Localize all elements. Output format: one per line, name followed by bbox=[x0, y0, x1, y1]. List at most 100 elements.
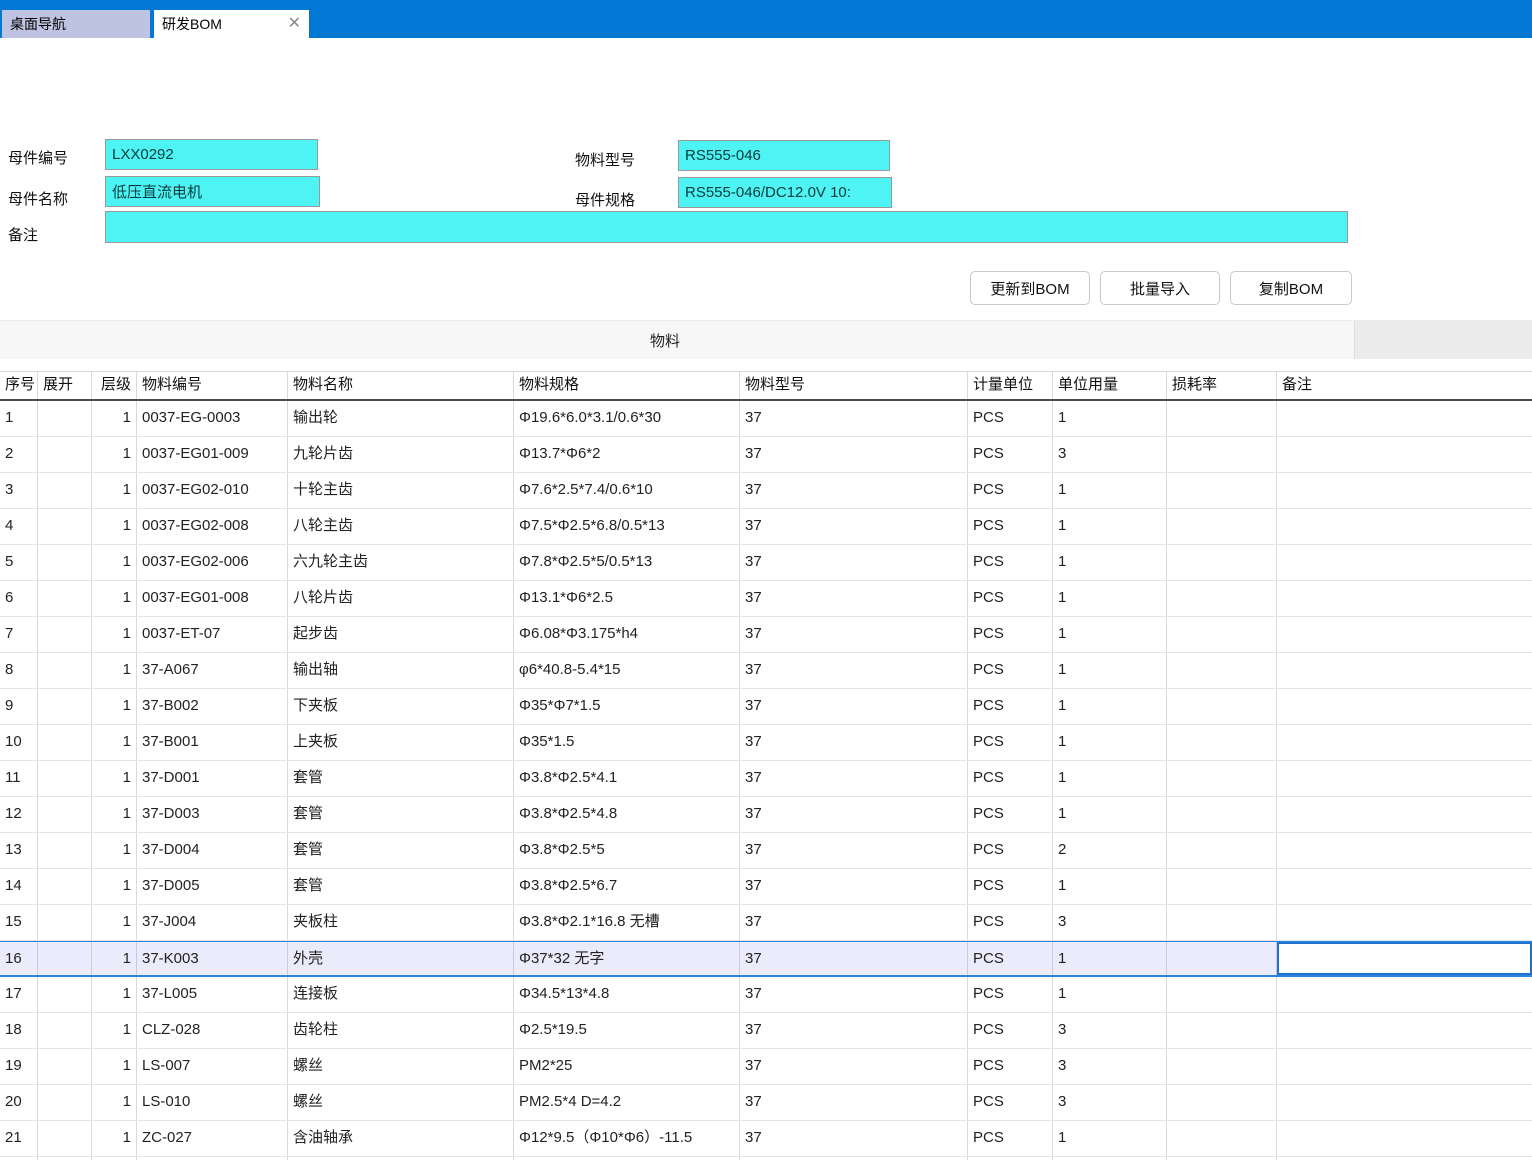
cell-spec[interactable]: φ6*40.8-5.4*15 bbox=[514, 653, 740, 688]
cell-seq[interactable]: 11 bbox=[0, 761, 38, 796]
cell-note[interactable] bbox=[1277, 833, 1532, 868]
cell-code[interactable]: 37-D003 bbox=[137, 797, 288, 832]
cell-qty[interactable]: 1 bbox=[1053, 473, 1167, 508]
cell-seq[interactable]: 12 bbox=[0, 797, 38, 832]
cell-expand[interactable] bbox=[38, 761, 92, 796]
cell-expand[interactable] bbox=[38, 869, 92, 904]
cell-loss[interactable] bbox=[1167, 617, 1277, 652]
column-header-note[interactable]: 备注 bbox=[1277, 372, 1532, 399]
cell-model[interactable]: 37 bbox=[740, 437, 968, 472]
table-row[interactable]: 710037-ET-07起步齿Φ6.08*Φ3.175*h437PCS1 bbox=[0, 617, 1532, 653]
batch-import-button[interactable]: 批量导入 bbox=[1100, 271, 1220, 305]
cell-qty[interactable]: 1 bbox=[1053, 869, 1167, 904]
cell-level[interactable]: 1 bbox=[92, 653, 137, 688]
column-header-loss[interactable]: 损耗率 bbox=[1167, 372, 1277, 399]
cell-seq[interactable]: 13 bbox=[0, 833, 38, 868]
cell-unit[interactable]: PCS bbox=[968, 689, 1053, 724]
cell-loss[interactable] bbox=[1167, 689, 1277, 724]
cell-spec[interactable]: Φ7.5*Φ2.5*6.8/0.5*13 bbox=[514, 509, 740, 544]
cell-qty[interactable]: 2 bbox=[1053, 833, 1167, 868]
remark-input[interactable] bbox=[105, 211, 1348, 243]
cell-qty[interactable]: 1 bbox=[1053, 1121, 1167, 1156]
cell-unit[interactable]: PCS bbox=[968, 617, 1053, 652]
cell-spec[interactable]: Φ7.8*Φ2.5*5/0.5*13 bbox=[514, 545, 740, 580]
cell-note[interactable] bbox=[1277, 1013, 1532, 1048]
cell-spec[interactable]: Φ6.08*Φ3.175*h4 bbox=[514, 617, 740, 652]
active-cell-editor[interactable] bbox=[1277, 942, 1532, 975]
close-tab-icon[interactable]: ✕ bbox=[288, 16, 301, 32]
cell-code[interactable]: 0037-EG01-009 bbox=[137, 437, 288, 472]
cell-loss[interactable] bbox=[1167, 545, 1277, 580]
cell-level[interactable]: 1 bbox=[92, 581, 137, 616]
cell-loss[interactable] bbox=[1167, 401, 1277, 436]
cell-name[interactable]: 连接板 bbox=[288, 977, 514, 1012]
cell-expand[interactable] bbox=[38, 1121, 92, 1156]
cell-model[interactable]: 37 bbox=[740, 1085, 968, 1120]
cell-code[interactable]: 0037-EG02-008 bbox=[137, 509, 288, 544]
cell-name[interactable]: 套管 bbox=[288, 797, 514, 832]
table-row[interactable]: 210037-EG01-009九轮片齿Φ13.7*Φ6*237PCS3 bbox=[0, 437, 1532, 473]
cell-expand[interactable] bbox=[38, 653, 92, 688]
cell-level[interactable]: 1 bbox=[92, 1013, 137, 1048]
cell-level[interactable]: 1 bbox=[92, 869, 137, 904]
cell-name[interactable]: 九轮片齿 bbox=[288, 437, 514, 472]
cell-qty[interactable]: 1 bbox=[1053, 942, 1167, 975]
cell-name[interactable]: 含油轴承 bbox=[288, 1121, 514, 1156]
table-row[interactable]: 14137-D005套管Φ3.8*Φ2.5*6.737PCS1 bbox=[0, 869, 1532, 905]
cell-loss[interactable] bbox=[1167, 473, 1277, 508]
cell-note[interactable] bbox=[1277, 1085, 1532, 1120]
cell-unit[interactable]: PCS bbox=[968, 869, 1053, 904]
cell-name[interactable]: 十轮主齿 bbox=[288, 473, 514, 508]
cell-expand[interactable] bbox=[38, 545, 92, 580]
column-header-unit[interactable]: 计量单位 bbox=[968, 372, 1053, 399]
cell-seq[interactable]: 16 bbox=[0, 942, 38, 975]
cell-note[interactable] bbox=[1277, 797, 1532, 832]
cell-expand[interactable] bbox=[38, 797, 92, 832]
cell-note[interactable] bbox=[1277, 473, 1532, 508]
cell-qty[interactable]: 1 bbox=[1053, 401, 1167, 436]
cell-expand[interactable] bbox=[38, 581, 92, 616]
cell-name[interactable]: 输出轴 bbox=[288, 653, 514, 688]
cell-code[interactable]: 37-D005 bbox=[137, 869, 288, 904]
table-row[interactable]: 310037-EG02-010十轮主齿Φ7.6*2.5*7.4/0.6*1037… bbox=[0, 473, 1532, 509]
cell-name[interactable]: 套管 bbox=[288, 833, 514, 868]
table-row[interactable]: 15137-J004夹板柱Φ3.8*Φ2.1*16.8 无槽37PCS3 bbox=[0, 905, 1532, 941]
cell-expand[interactable] bbox=[38, 1085, 92, 1120]
cell-code[interactable]: 37-D004 bbox=[137, 833, 288, 868]
cell-level[interactable]: 1 bbox=[92, 617, 137, 652]
table-row[interactable]: 17137-L005连接板Φ34.5*13*4.837PCS1 bbox=[0, 977, 1532, 1013]
cell-qty[interactable]: 3 bbox=[1053, 1013, 1167, 1048]
cell-code[interactable]: 37-B001 bbox=[137, 725, 288, 760]
cell-note[interactable] bbox=[1277, 401, 1532, 436]
cell-model[interactable]: 37 bbox=[740, 761, 968, 796]
cell-loss[interactable] bbox=[1167, 725, 1277, 760]
cell-qty[interactable]: 3 bbox=[1053, 1085, 1167, 1120]
cell-note[interactable] bbox=[1277, 977, 1532, 1012]
cell-level[interactable]: 1 bbox=[92, 509, 137, 544]
table-row[interactable]: 510037-EG02-006六九轮主齿Φ7.8*Φ2.5*5/0.5*1337… bbox=[0, 545, 1532, 581]
column-header-expand[interactable]: 展开 bbox=[38, 372, 92, 399]
cell-name[interactable]: 下夹板 bbox=[288, 689, 514, 724]
parent-name-input[interactable] bbox=[105, 176, 320, 207]
cell-loss[interactable] bbox=[1167, 509, 1277, 544]
cell-code[interactable]: 37-J004 bbox=[137, 905, 288, 940]
cell-unit[interactable]: PCS bbox=[968, 905, 1053, 940]
cell-name[interactable]: 夹板柱 bbox=[288, 905, 514, 940]
cell-unit[interactable]: PCS bbox=[968, 437, 1053, 472]
table-row-selected[interactable]: 16137-K003外壳Φ37*32 无字37PCS1 bbox=[0, 941, 1532, 977]
cell-name[interactable]: 六九轮主齿 bbox=[288, 545, 514, 580]
cell-seq[interactable]: 17 bbox=[0, 977, 38, 1012]
cell-seq[interactable]: 6 bbox=[0, 581, 38, 616]
cell-expand[interactable] bbox=[38, 1013, 92, 1048]
cell-level[interactable]: 1 bbox=[92, 473, 137, 508]
cell-name[interactable]: 套管 bbox=[288, 761, 514, 796]
cell-model[interactable]: 37 bbox=[740, 725, 968, 760]
cell-note[interactable] bbox=[1277, 905, 1532, 940]
cell-model[interactable]: 37 bbox=[740, 833, 968, 868]
cell-note[interactable] bbox=[1277, 1121, 1532, 1156]
cell-expand[interactable] bbox=[38, 905, 92, 940]
column-header-name[interactable]: 物料名称 bbox=[288, 372, 514, 399]
cell-unit[interactable]: PCS bbox=[968, 653, 1053, 688]
cell-spec[interactable]: Φ3.8*Φ2.5*4.1 bbox=[514, 761, 740, 796]
cell-loss[interactable] bbox=[1167, 833, 1277, 868]
